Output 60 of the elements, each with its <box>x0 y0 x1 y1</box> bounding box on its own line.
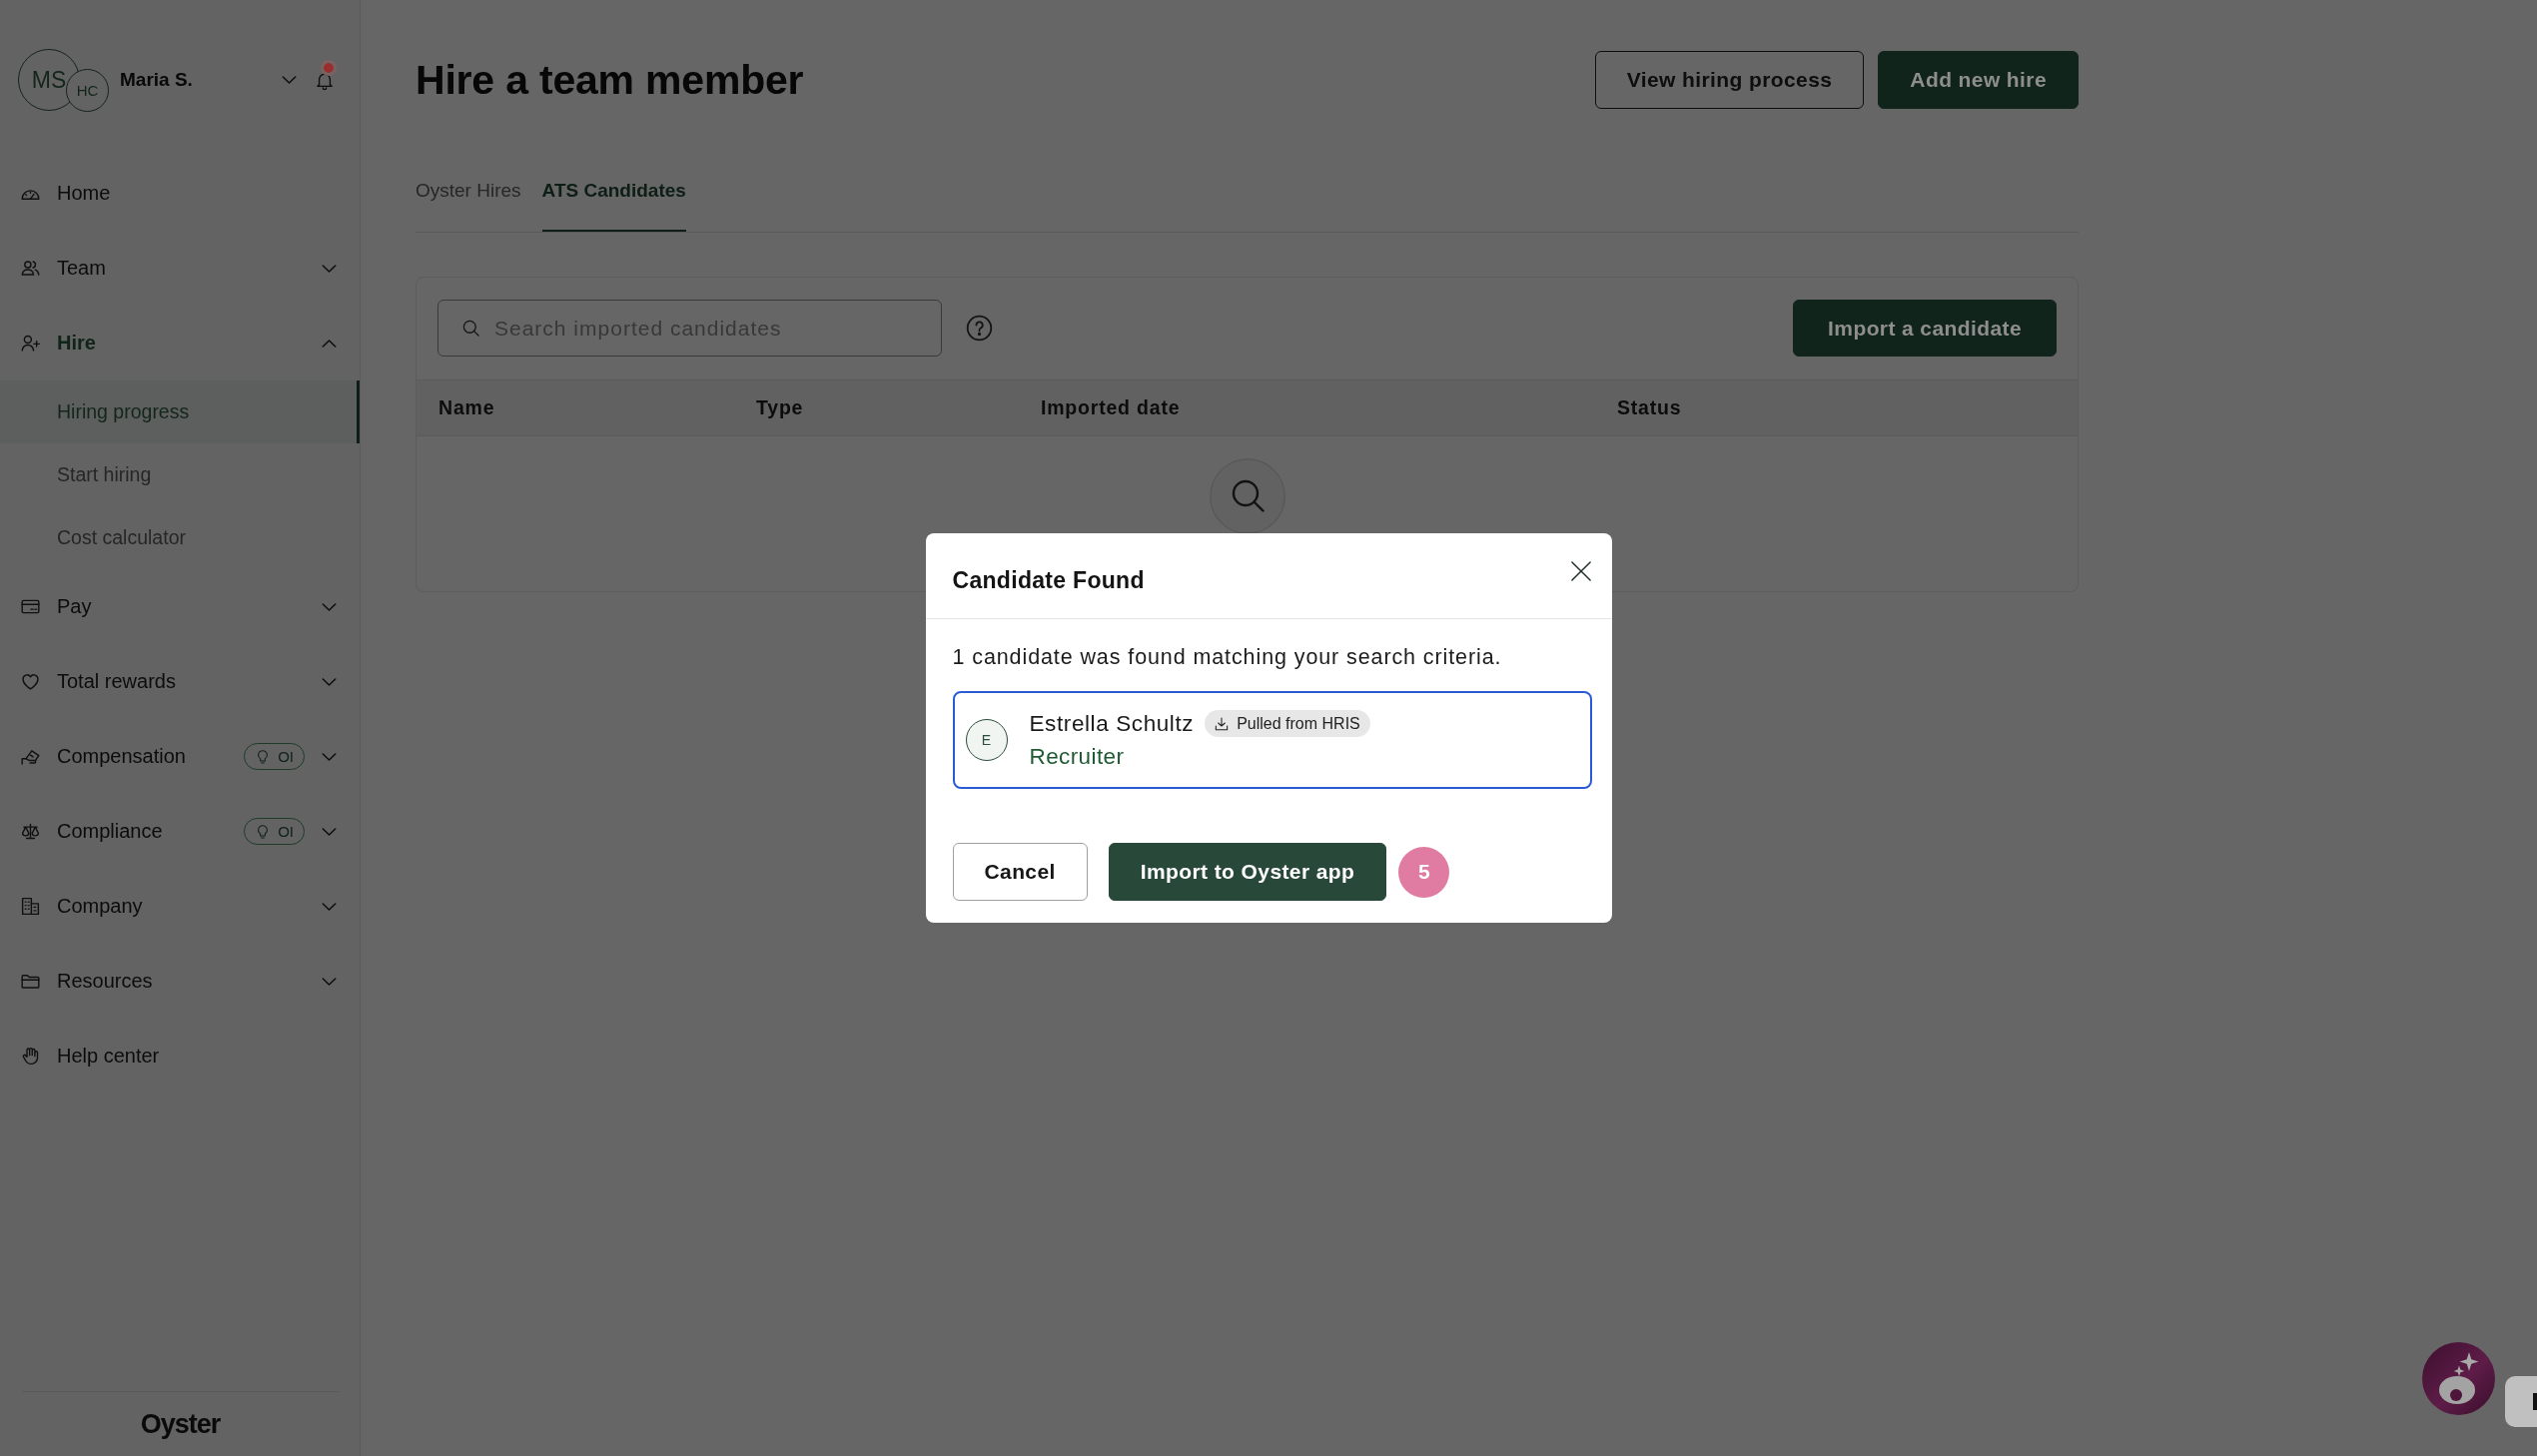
candidate-role: Recruiter <box>1029 743 1126 770</box>
chevron-down-icon[interactable] <box>322 264 337 273</box>
sidebar-item[interactable]: Compliance <box>20 820 163 843</box>
chevron-down-icon[interactable] <box>322 827 337 836</box>
sidebar-subitem[interactable]: Start hiring <box>0 443 360 506</box>
search-icon <box>461 319 480 338</box>
sidebar-item[interactable]: Resources <box>20 970 153 993</box>
search-icon <box>1209 458 1285 534</box>
dialog-title: Candidate Found <box>952 567 1145 594</box>
building-icon <box>20 896 41 917</box>
chevron-down-icon[interactable] <box>322 602 337 611</box>
column-header: Status <box>1617 396 1683 419</box>
chevron-up-icon[interactable] <box>322 339 337 348</box>
sidebar-item[interactable]: Team <box>20 257 106 280</box>
candidate-avatar: E <box>965 719 1008 761</box>
import-button[interactable]: Import to Oyster app <box>1108 843 1387 901</box>
column-header: Name <box>438 396 496 419</box>
chevron-down-icon[interactable] <box>282 76 297 84</box>
column-header: Type <box>756 396 805 419</box>
sidebar-item[interactable]: Company <box>20 895 143 918</box>
dialog-message: 1 candidate was found matching your search criteria. <box>952 644 1503 670</box>
chevron-down-icon[interactable] <box>322 677 337 686</box>
user-name[interactable]: Maria S. <box>120 69 193 91</box>
people-icon <box>20 258 41 279</box>
view-process-button[interactable]: View hiring process <box>1594 51 1865 109</box>
side-tab[interactable] <box>2505 1376 2537 1427</box>
sidebar-subitem[interactable]: Hiring progress <box>0 380 360 443</box>
tab[interactable]: ATS Candidates <box>541 160 686 232</box>
sidebar-item[interactable]: Hire <box>20 332 96 355</box>
scales-icon <box>20 821 41 842</box>
help-icon[interactable] <box>966 315 993 342</box>
step-marker: 5 <box>1398 846 1450 898</box>
page-title: Hire a team member <box>416 56 804 104</box>
chevron-down-icon[interactable] <box>322 752 337 761</box>
candidate-name: Estrella Schultz <box>1029 710 1195 737</box>
sparkle-icon[interactable] <box>2422 1342 2495 1415</box>
insight-label: OI <box>278 748 294 765</box>
add-hire-button[interactable]: Add new hire <box>1878 51 2079 109</box>
hand-icon <box>20 1046 41 1067</box>
sidebar-item[interactable]: Compensation <box>20 745 186 768</box>
tab[interactable]: Oyster Hires <box>416 160 521 232</box>
sidebar-subitem[interactable]: Cost calculator <box>0 506 360 569</box>
sidebar-item[interactable]: Home <box>20 182 111 205</box>
sidebar-item[interactable]: Total rewards <box>20 670 176 693</box>
import-candidate-button[interactable]: Import a candidate <box>1793 300 2057 357</box>
close-icon[interactable] <box>1570 560 1591 581</box>
chevron-down-icon[interactable] <box>322 977 337 986</box>
sidebar-item[interactable]: Help center <box>20 1045 160 1068</box>
person-plus-icon <box>20 333 41 354</box>
column-header: Imported date <box>1041 396 1182 419</box>
cancel-button[interactable]: Cancel <box>952 843 1088 901</box>
chevron-down-icon[interactable] <box>322 902 337 911</box>
heart-icon <box>20 671 41 692</box>
logo[interactable]: Oyster <box>140 1408 221 1440</box>
download-icon <box>1214 715 1231 732</box>
insight-label: OI <box>278 823 294 840</box>
sidebar-item[interactable]: Pay <box>20 595 92 618</box>
bar-icon <box>2533 1393 2537 1410</box>
candidate-option[interactable]: E Estrella Schultz Pulled from HRIS Recruiter <box>952 691 1592 789</box>
source-label: Pulled from HRIS <box>1237 714 1360 733</box>
